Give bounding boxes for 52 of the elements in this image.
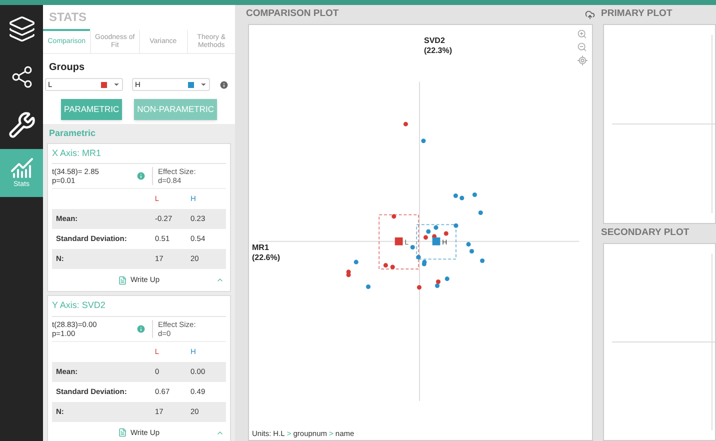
data-point (392, 214, 396, 219)
data-point (434, 225, 438, 230)
data-point (354, 260, 358, 264)
panel-title: STATS (48, 9, 88, 26)
data-point (403, 122, 408, 126)
upload-icon[interactable] (585, 10, 595, 20)
test-type-button[interactable]: PARAMETRIC (61, 99, 122, 120)
data-point (480, 258, 485, 264)
document-icon (118, 276, 128, 284)
info-icon[interactable] (136, 324, 146, 334)
data-point (478, 210, 483, 216)
plot-title: SECONDARY PLOT (601, 226, 690, 240)
axis-label: SVD2 (424, 36, 446, 46)
collapse-icon[interactable] (216, 276, 224, 284)
data-point (383, 263, 388, 268)
document-icon (118, 428, 128, 437)
plot-title: COMPARISON PLOT (246, 7, 339, 22)
data-point (466, 242, 471, 247)
info-icon[interactable] (219, 80, 229, 90)
data-point (453, 193, 458, 198)
data-point (416, 285, 422, 290)
groups-label: Groups (48, 61, 86, 75)
card-title: X Axis: MR1 (52, 144, 226, 164)
section-title: Parametric (48, 127, 97, 140)
axis-label: (22.3%) (424, 46, 452, 56)
data-point (444, 276, 450, 282)
caret-icon (113, 81, 120, 88)
network-icon (10, 65, 34, 89)
card-title: Y Axis: SVD2 (52, 296, 226, 316)
mean-marker (432, 237, 440, 246)
tools-icon (8, 111, 36, 139)
test-type-button[interactable]: NON-PARAMETRIC (134, 99, 217, 120)
chart-icon (10, 156, 34, 180)
mean-marker (394, 237, 403, 246)
data-point (390, 264, 395, 270)
window-icon (8, 15, 36, 43)
caret-icon (200, 81, 207, 88)
data-point (366, 284, 371, 289)
data-point (421, 138, 426, 144)
axis-label: MR1 (252, 243, 270, 253)
zoom-out-icon[interactable] (577, 42, 587, 52)
axis-label: (22.6%) (252, 253, 280, 263)
data-point (454, 223, 458, 228)
recenter-icon[interactable] (577, 55, 588, 66)
data-point (472, 192, 477, 198)
data-point (410, 245, 415, 250)
data-point (444, 231, 448, 236)
plot-title: PRIMARY PLOT (601, 7, 672, 22)
data-point (460, 196, 464, 200)
info-icon[interactable] (136, 171, 146, 181)
zoom-in-icon[interactable] (577, 29, 587, 39)
data-point (469, 248, 474, 254)
